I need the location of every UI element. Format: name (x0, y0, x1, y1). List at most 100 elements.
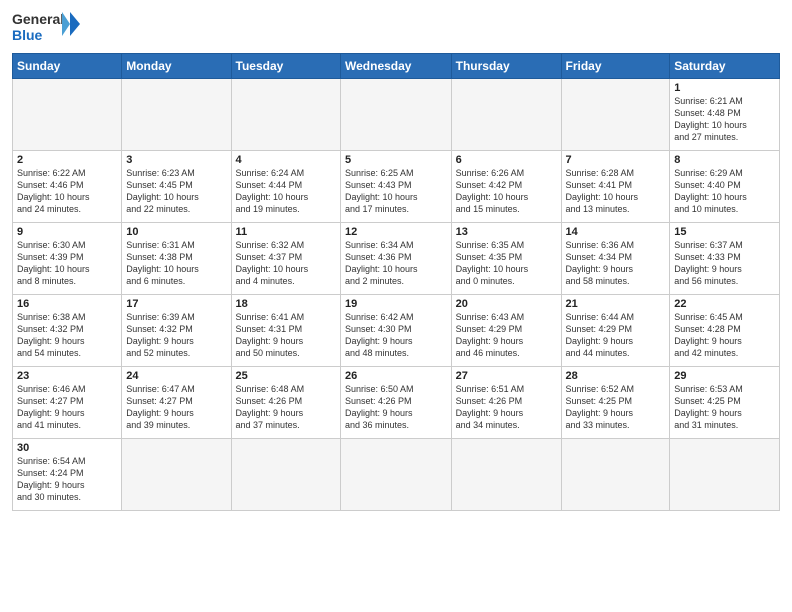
day-number: 18 (236, 298, 336, 310)
calendar-cell: 16Sunrise: 6:38 AM Sunset: 4:32 PM Dayli… (13, 295, 122, 367)
svg-text:Blue: Blue (12, 27, 43, 43)
calendar-cell (451, 439, 561, 511)
svg-text:General: General (12, 11, 64, 27)
day-number: 14 (566, 226, 666, 238)
calendar-cell: 29Sunrise: 6:53 AM Sunset: 4:25 PM Dayli… (670, 367, 780, 439)
calendar-cell (13, 79, 122, 151)
calendar-cell: 24Sunrise: 6:47 AM Sunset: 4:27 PM Dayli… (122, 367, 231, 439)
calendar-cell: 1Sunrise: 6:21 AM Sunset: 4:48 PM Daylig… (670, 79, 780, 151)
calendar-cell: 11Sunrise: 6:32 AM Sunset: 4:37 PM Dayli… (231, 223, 340, 295)
day-info: Sunrise: 6:34 AM Sunset: 4:36 PM Dayligh… (345, 239, 447, 288)
calendar-cell: 12Sunrise: 6:34 AM Sunset: 4:36 PM Dayli… (341, 223, 452, 295)
calendar-cell: 2Sunrise: 6:22 AM Sunset: 4:46 PM Daylig… (13, 151, 122, 223)
day-info: Sunrise: 6:29 AM Sunset: 4:40 PM Dayligh… (674, 167, 775, 216)
day-info: Sunrise: 6:32 AM Sunset: 4:37 PM Dayligh… (236, 239, 336, 288)
calendar-cell: 13Sunrise: 6:35 AM Sunset: 4:35 PM Dayli… (451, 223, 561, 295)
day-info: Sunrise: 6:31 AM Sunset: 4:38 PM Dayligh… (126, 239, 226, 288)
weekday-header: Thursday (451, 54, 561, 79)
day-info: Sunrise: 6:51 AM Sunset: 4:26 PM Dayligh… (456, 383, 557, 432)
day-number: 1 (674, 82, 775, 94)
calendar-cell: 23Sunrise: 6:46 AM Sunset: 4:27 PM Dayli… (13, 367, 122, 439)
day-info: Sunrise: 6:46 AM Sunset: 4:27 PM Dayligh… (17, 383, 117, 432)
day-info: Sunrise: 6:45 AM Sunset: 4:28 PM Dayligh… (674, 311, 775, 360)
day-info: Sunrise: 6:53 AM Sunset: 4:25 PM Dayligh… (674, 383, 775, 432)
day-info: Sunrise: 6:35 AM Sunset: 4:35 PM Dayligh… (456, 239, 557, 288)
calendar-cell: 14Sunrise: 6:36 AM Sunset: 4:34 PM Dayli… (561, 223, 670, 295)
calendar-cell: 7Sunrise: 6:28 AM Sunset: 4:41 PM Daylig… (561, 151, 670, 223)
page: GeneralBlue SundayMondayTuesdayWednesday… (0, 0, 792, 612)
calendar-cell: 26Sunrise: 6:50 AM Sunset: 4:26 PM Dayli… (341, 367, 452, 439)
day-info: Sunrise: 6:54 AM Sunset: 4:24 PM Dayligh… (17, 455, 117, 504)
calendar-cell: 6Sunrise: 6:26 AM Sunset: 4:42 PM Daylig… (451, 151, 561, 223)
day-number: 26 (345, 370, 447, 382)
weekday-header: Wednesday (341, 54, 452, 79)
weekday-header: Tuesday (231, 54, 340, 79)
calendar-cell (561, 79, 670, 151)
day-number: 21 (566, 298, 666, 310)
day-info: Sunrise: 6:38 AM Sunset: 4:32 PM Dayligh… (17, 311, 117, 360)
day-info: Sunrise: 6:21 AM Sunset: 4:48 PM Dayligh… (674, 95, 775, 144)
calendar-cell (122, 79, 231, 151)
day-number: 7 (566, 154, 666, 166)
calendar-cell: 21Sunrise: 6:44 AM Sunset: 4:29 PM Dayli… (561, 295, 670, 367)
day-info: Sunrise: 6:48 AM Sunset: 4:26 PM Dayligh… (236, 383, 336, 432)
calendar-cell: 18Sunrise: 6:41 AM Sunset: 4:31 PM Dayli… (231, 295, 340, 367)
day-number: 3 (126, 154, 226, 166)
day-number: 4 (236, 154, 336, 166)
day-number: 12 (345, 226, 447, 238)
calendar-cell: 22Sunrise: 6:45 AM Sunset: 4:28 PM Dayli… (670, 295, 780, 367)
day-number: 17 (126, 298, 226, 310)
day-info: Sunrise: 6:36 AM Sunset: 4:34 PM Dayligh… (566, 239, 666, 288)
day-number: 19 (345, 298, 447, 310)
day-number: 27 (456, 370, 557, 382)
day-number: 5 (345, 154, 447, 166)
day-info: Sunrise: 6:43 AM Sunset: 4:29 PM Dayligh… (456, 311, 557, 360)
calendar-table: SundayMondayTuesdayWednesdayThursdayFrid… (12, 53, 780, 511)
day-number: 11 (236, 226, 336, 238)
day-info: Sunrise: 6:30 AM Sunset: 4:39 PM Dayligh… (17, 239, 117, 288)
header: GeneralBlue (12, 10, 780, 45)
weekday-header: Saturday (670, 54, 780, 79)
day-info: Sunrise: 6:41 AM Sunset: 4:31 PM Dayligh… (236, 311, 336, 360)
calendar-cell: 5Sunrise: 6:25 AM Sunset: 4:43 PM Daylig… (341, 151, 452, 223)
calendar-cell: 9Sunrise: 6:30 AM Sunset: 4:39 PM Daylig… (13, 223, 122, 295)
calendar-cell: 8Sunrise: 6:29 AM Sunset: 4:40 PM Daylig… (670, 151, 780, 223)
day-number: 25 (236, 370, 336, 382)
day-number: 24 (126, 370, 226, 382)
logo: GeneralBlue (12, 10, 82, 45)
day-number: 15 (674, 226, 775, 238)
weekday-header: Sunday (13, 54, 122, 79)
weekday-header: Friday (561, 54, 670, 79)
calendar-cell (451, 79, 561, 151)
day-number: 8 (674, 154, 775, 166)
calendar-cell (341, 79, 452, 151)
day-number: 29 (674, 370, 775, 382)
calendar-cell: 15Sunrise: 6:37 AM Sunset: 4:33 PM Dayli… (670, 223, 780, 295)
day-number: 20 (456, 298, 557, 310)
generalblue-logo-icon: GeneralBlue (12, 10, 82, 45)
day-info: Sunrise: 6:26 AM Sunset: 4:42 PM Dayligh… (456, 167, 557, 216)
calendar-cell: 17Sunrise: 6:39 AM Sunset: 4:32 PM Dayli… (122, 295, 231, 367)
day-info: Sunrise: 6:44 AM Sunset: 4:29 PM Dayligh… (566, 311, 666, 360)
weekday-header: Monday (122, 54, 231, 79)
calendar-cell: 25Sunrise: 6:48 AM Sunset: 4:26 PM Dayli… (231, 367, 340, 439)
calendar-cell: 30Sunrise: 6:54 AM Sunset: 4:24 PM Dayli… (13, 439, 122, 511)
day-info: Sunrise: 6:28 AM Sunset: 4:41 PM Dayligh… (566, 167, 666, 216)
day-number: 28 (566, 370, 666, 382)
calendar-cell: 10Sunrise: 6:31 AM Sunset: 4:38 PM Dayli… (122, 223, 231, 295)
day-info: Sunrise: 6:24 AM Sunset: 4:44 PM Dayligh… (236, 167, 336, 216)
day-info: Sunrise: 6:37 AM Sunset: 4:33 PM Dayligh… (674, 239, 775, 288)
calendar-cell: 19Sunrise: 6:42 AM Sunset: 4:30 PM Dayli… (341, 295, 452, 367)
day-number: 2 (17, 154, 117, 166)
day-number: 10 (126, 226, 226, 238)
day-info: Sunrise: 6:42 AM Sunset: 4:30 PM Dayligh… (345, 311, 447, 360)
calendar-cell (670, 439, 780, 511)
calendar-cell (341, 439, 452, 511)
day-number: 22 (674, 298, 775, 310)
calendar-cell (231, 79, 340, 151)
day-number: 13 (456, 226, 557, 238)
calendar-cell (122, 439, 231, 511)
day-number: 6 (456, 154, 557, 166)
day-info: Sunrise: 6:23 AM Sunset: 4:45 PM Dayligh… (126, 167, 226, 216)
day-info: Sunrise: 6:52 AM Sunset: 4:25 PM Dayligh… (566, 383, 666, 432)
